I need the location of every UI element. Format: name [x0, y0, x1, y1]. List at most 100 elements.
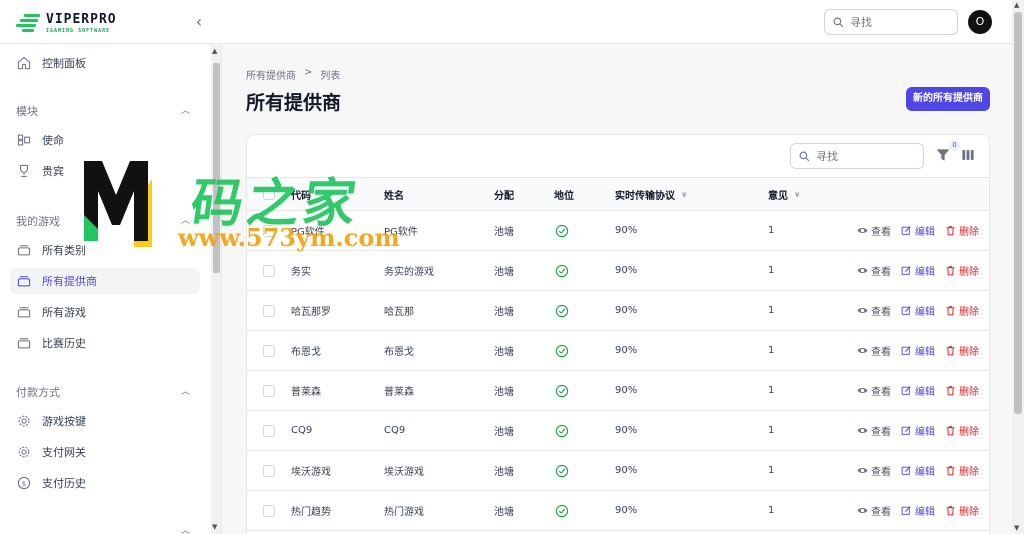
provider-allocation: 池塘 — [494, 427, 514, 438]
view-button[interactable]: 查看 — [857, 423, 891, 438]
sidebar-collapse-chevron-icon[interactable]: ‹ — [190, 12, 208, 32]
table-row[interactable]: CQ9 CQ9 池塘 90% 1 查看 编辑 删除 — [247, 411, 989, 451]
row-checkbox[interactable] — [263, 304, 275, 317]
column-header-name[interactable]: 姓名 — [384, 178, 404, 210]
page-scroll-thumb[interactable] — [1014, 12, 1022, 414]
column-header-rtp[interactable]: 实时传输协议 ∨ — [615, 178, 688, 210]
dollar-icon: $ — [16, 475, 32, 491]
sidebar-item-all-categories[interactable]: 所有类别 — [10, 237, 200, 263]
table-search-input[interactable] — [816, 149, 916, 163]
trash-icon — [946, 226, 955, 236]
edit-button[interactable]: 编辑 — [901, 503, 935, 518]
edit-button[interactable]: 编辑 — [901, 423, 935, 438]
columns-icon[interactable] — [961, 148, 975, 162]
delete-button[interactable]: 删除 — [945, 423, 979, 438]
sidebar-item-game-keys[interactable]: 游戏按键 — [10, 408, 200, 434]
row-checkbox[interactable] — [263, 344, 275, 357]
view-label: 查看 — [871, 387, 891, 398]
view-button[interactable]: 查看 — [857, 383, 891, 398]
column-header-allocation[interactable]: 分配 — [494, 178, 514, 210]
page-scrollbar[interactable]: ▲ ▼ — [1012, 0, 1024, 534]
edit-button[interactable]: 编辑 — [901, 343, 935, 358]
breadcrumb-link[interactable]: 所有提供商 — [246, 67, 296, 82]
delete-button[interactable]: 删除 — [945, 383, 979, 398]
edit-button[interactable]: 编辑 — [901, 263, 935, 278]
table-row[interactable]: PG软件 PG软件 池塘 90% 1 查看 编辑 删除 — [247, 211, 989, 251]
delete-button[interactable]: 删除 — [945, 503, 979, 518]
edit-button[interactable]: 编辑 — [901, 223, 935, 238]
view-button[interactable]: 查看 — [857, 263, 891, 278]
edit-button[interactable]: 编辑 — [901, 383, 935, 398]
check-circle-icon — [555, 264, 569, 277]
table-search[interactable] — [790, 143, 924, 169]
select-all-checkbox[interactable] — [263, 188, 275, 200]
delete-button[interactable]: 删除 — [945, 263, 979, 278]
status-cell — [555, 491, 569, 530]
table-row[interactable]: 务实 务实的游戏 池塘 90% 1 查看 编辑 删除 — [247, 251, 989, 291]
sidebar-item-label: 支付网关 — [42, 446, 86, 459]
filter-icon[interactable] — [935, 147, 951, 163]
logo[interactable]: VIPERPRO IGAMING SOFTWARE — [16, 10, 117, 36]
sort-chevron-icon[interactable]: ∨ — [794, 190, 801, 199]
edit-button[interactable]: 编辑 — [901, 303, 935, 318]
provider-rtp: 90% — [615, 465, 638, 476]
delete-label: 删除 — [959, 347, 979, 358]
check-circle-icon — [555, 304, 569, 317]
sort-chevron-icon[interactable]: ∨ — [681, 190, 688, 199]
global-search-input[interactable] — [850, 15, 950, 29]
row-checkbox[interactable] — [263, 504, 275, 517]
edit-label: 编辑 — [915, 427, 935, 438]
chevron-up-icon: ︿ — [180, 216, 190, 226]
sidebar-item-payment-gateway[interactable]: 支付网关 — [10, 439, 200, 465]
sidebar-group-modules[interactable]: 模块 ︿ — [16, 103, 196, 119]
row-checkbox[interactable] — [263, 264, 275, 277]
delete-button[interactable]: 删除 — [945, 343, 979, 358]
table-row[interactable]: 埃沃游戏 埃沃游戏 池塘 90% 1 查看 编辑 删除 — [247, 451, 989, 491]
new-provider-button[interactable]: 新的所有提供商 — [906, 87, 990, 111]
sidebar-scrollbar[interactable]: ▲ ▼ — [211, 45, 221, 534]
table-row[interactable]: 布恩戈 布恩戈 池塘 90% 1 查看 编辑 删除 — [247, 331, 989, 371]
group-title-text: 付款方式 — [16, 386, 60, 399]
sidebar-item-mission[interactable]: 使命 — [10, 127, 200, 153]
view-button[interactable]: 查看 — [857, 503, 891, 518]
scroll-down-arrow-icon[interactable]: ▼ — [1014, 524, 1019, 532]
delete-button[interactable]: 删除 — [945, 303, 979, 318]
row-checkbox[interactable] — [263, 464, 275, 477]
edit-icon — [901, 226, 911, 235]
row-checkbox[interactable] — [263, 384, 275, 397]
breadcrumb-current: 列表 — [320, 71, 341, 82]
trash-icon — [946, 266, 955, 276]
edit-button[interactable]: 编辑 — [901, 463, 935, 478]
sidebar-group-my-games[interactable]: 我的游戏 ︿ — [16, 213, 196, 229]
column-header-status[interactable]: 地位 — [554, 178, 574, 210]
delete-button[interactable]: 删除 — [945, 463, 979, 478]
sidebar-item-payment-history[interactable]: $ 支付历史 — [10, 470, 200, 496]
row-checkbox[interactable] — [263, 224, 275, 237]
view-button[interactable]: 查看 — [857, 343, 891, 358]
sidebar-item-label: 所有类别 — [42, 244, 86, 257]
sidebar-item-dashboard[interactable]: 控制面板 — [10, 50, 200, 76]
sidebar-group-payment[interactable]: 付款方式 ︿ — [16, 384, 196, 400]
sidebar-item-match-history[interactable]: 比赛历史 — [10, 330, 200, 356]
sidebar-group-more[interactable]: ︿ — [16, 523, 196, 534]
global-search[interactable] — [824, 9, 958, 35]
sidebar-item-all-providers[interactable]: 所有提供商 — [10, 268, 200, 294]
column-header-code[interactable]: 代码 — [291, 178, 311, 210]
delete-button[interactable]: 删除 — [945, 223, 979, 238]
scroll-down-arrow-icon[interactable]: ▼ — [212, 523, 217, 531]
column-header-views[interactable]: 意见 ∨ — [768, 178, 801, 210]
table-row[interactable]: 普莱森 普莱森 池塘 90% 1 查看 编辑 删除 — [247, 371, 989, 411]
scroll-up-arrow-icon[interactable]: ▲ — [212, 47, 217, 55]
sidebar-item-vip[interactable]: 贵宾 — [10, 158, 200, 184]
view-button[interactable]: 查看 — [857, 463, 891, 478]
scroll-up-arrow-icon[interactable]: ▲ — [1014, 1, 1019, 9]
sidebar-item-all-games[interactable]: 所有游戏 — [10, 299, 200, 325]
table-row[interactable]: 热门趋势 热门游戏 池塘 90% 1 查看 编辑 删除 — [247, 491, 989, 531]
table-row[interactable]: 哈瓦那罗 哈瓦那 池塘 90% 1 查看 编辑 删除 — [247, 291, 989, 331]
row-checkbox[interactable] — [263, 424, 275, 437]
view-button[interactable]: 查看 — [857, 303, 891, 318]
view-button[interactable]: 查看 — [857, 223, 891, 238]
sidebar-item-label: 控制面板 — [42, 57, 86, 70]
user-avatar[interactable]: O — [968, 10, 992, 34]
sidebar-scroll-thumb[interactable] — [213, 63, 220, 273]
